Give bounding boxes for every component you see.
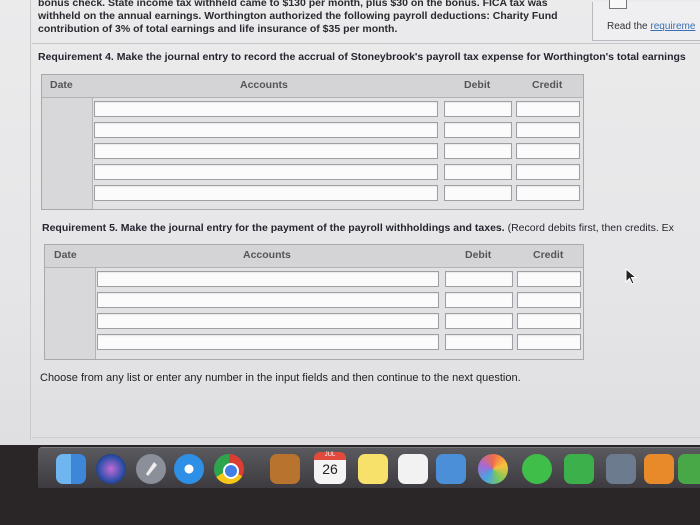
numbers-icon[interactable] [678, 454, 700, 484]
instruction-text: Choose from any list or enter any number… [40, 372, 521, 384]
debit-input[interactable] [444, 122, 512, 138]
photos-icon[interactable] [478, 454, 508, 484]
account-input[interactable] [97, 292, 439, 308]
account-input[interactable] [94, 164, 438, 180]
problem-line-3: contribution of 3% of total earnings and… [38, 23, 398, 35]
divider [32, 43, 700, 44]
credit-input[interactable] [517, 292, 581, 308]
account-input[interactable] [97, 334, 439, 350]
requirement-5-text: Requirement 5. Make the journal entry fo… [42, 222, 505, 234]
col-date: Date [54, 249, 77, 261]
account-input[interactable] [97, 313, 439, 329]
debit-input[interactable] [444, 185, 512, 201]
facetime-icon[interactable] [564, 454, 594, 484]
panel-tab-icon [609, 0, 627, 9]
col-debit: Debit [464, 79, 491, 91]
debit-input[interactable] [444, 164, 512, 180]
read-requirements-panel: Read the requireme [592, 0, 700, 41]
account-input[interactable] [94, 122, 438, 138]
account-input[interactable] [94, 101, 438, 117]
journal-table-req4: Date Accounts Debit Credit [41, 74, 584, 210]
col-accounts: Accounts [243, 249, 291, 261]
content-left-border [30, 0, 31, 440]
col-debit: Debit [465, 249, 492, 261]
preview-icon[interactable] [606, 454, 636, 484]
journal-header-req4: Date Accounts Debit Credit [42, 75, 583, 98]
credit-input[interactable] [517, 313, 581, 329]
stickies-icon[interactable] [358, 454, 388, 484]
credit-input[interactable] [516, 101, 580, 117]
problem-text: bonus check. State income tax withheld c… [38, 0, 578, 36]
notes-folder-icon[interactable] [270, 454, 300, 484]
date-column-req5 [45, 268, 96, 359]
journal-table-req5: Date Accounts Debit Credit [44, 244, 584, 360]
debit-input[interactable] [444, 143, 512, 159]
read-requirements-link[interactable]: requireme [650, 21, 695, 32]
problem-line-1: bonus check. State income tax withheld c… [38, 0, 548, 9]
calendar-day: 26 [322, 461, 338, 477]
credit-input[interactable] [516, 164, 580, 180]
debit-input[interactable] [445, 313, 513, 329]
col-credit: Credit [533, 249, 564, 261]
col-date: Date [50, 79, 73, 91]
credit-input[interactable] [517, 334, 581, 350]
col-credit: Credit [532, 79, 563, 91]
calendar-icon[interactable]: JUL 26 [314, 452, 346, 484]
problem-line-2: withheld on the annual earnings. Worthin… [38, 10, 558, 22]
journal-header-req5: Date Accounts Debit Credit [45, 245, 583, 268]
requirement-5-note: (Record debits first, then credits. Ex [507, 222, 674, 234]
col-accounts: Accounts [240, 79, 288, 91]
books-icon[interactable] [644, 454, 674, 484]
read-requirements-label: Read the [607, 21, 651, 32]
finder-icon[interactable] [56, 454, 86, 484]
reminders-icon[interactable] [398, 454, 428, 484]
credit-input[interactable] [516, 185, 580, 201]
mouse-cursor-icon [625, 268, 638, 285]
requirement-5-title: Requirement 5. Make the journal entry fo… [42, 222, 674, 234]
credit-input[interactable] [517, 271, 581, 287]
siri-icon[interactable] [96, 454, 126, 484]
macos-dock: JUL 26 [38, 447, 700, 488]
safari-icon[interactable] [174, 454, 204, 484]
account-input[interactable] [94, 185, 438, 201]
debit-input[interactable] [445, 271, 513, 287]
credit-input[interactable] [516, 122, 580, 138]
credit-input[interactable] [516, 143, 580, 159]
account-input[interactable] [94, 143, 438, 159]
browser-viewport: bonus check. State income tax withheld c… [0, 0, 700, 445]
date-column-req4 [42, 98, 93, 209]
messages-icon[interactable] [522, 454, 552, 484]
chrome-icon[interactable] [214, 454, 244, 484]
debit-input[interactable] [445, 292, 513, 308]
debit-input[interactable] [444, 101, 512, 117]
calendar-month: JUL [314, 452, 346, 460]
account-input[interactable] [97, 271, 439, 287]
footer-divider [32, 437, 700, 438]
requirement-4-title: Requirement 4. Make the journal entry to… [38, 51, 686, 63]
photo-booth-icon[interactable] [436, 454, 466, 484]
launchpad-icon[interactable] [136, 454, 166, 484]
debit-input[interactable] [445, 334, 513, 350]
